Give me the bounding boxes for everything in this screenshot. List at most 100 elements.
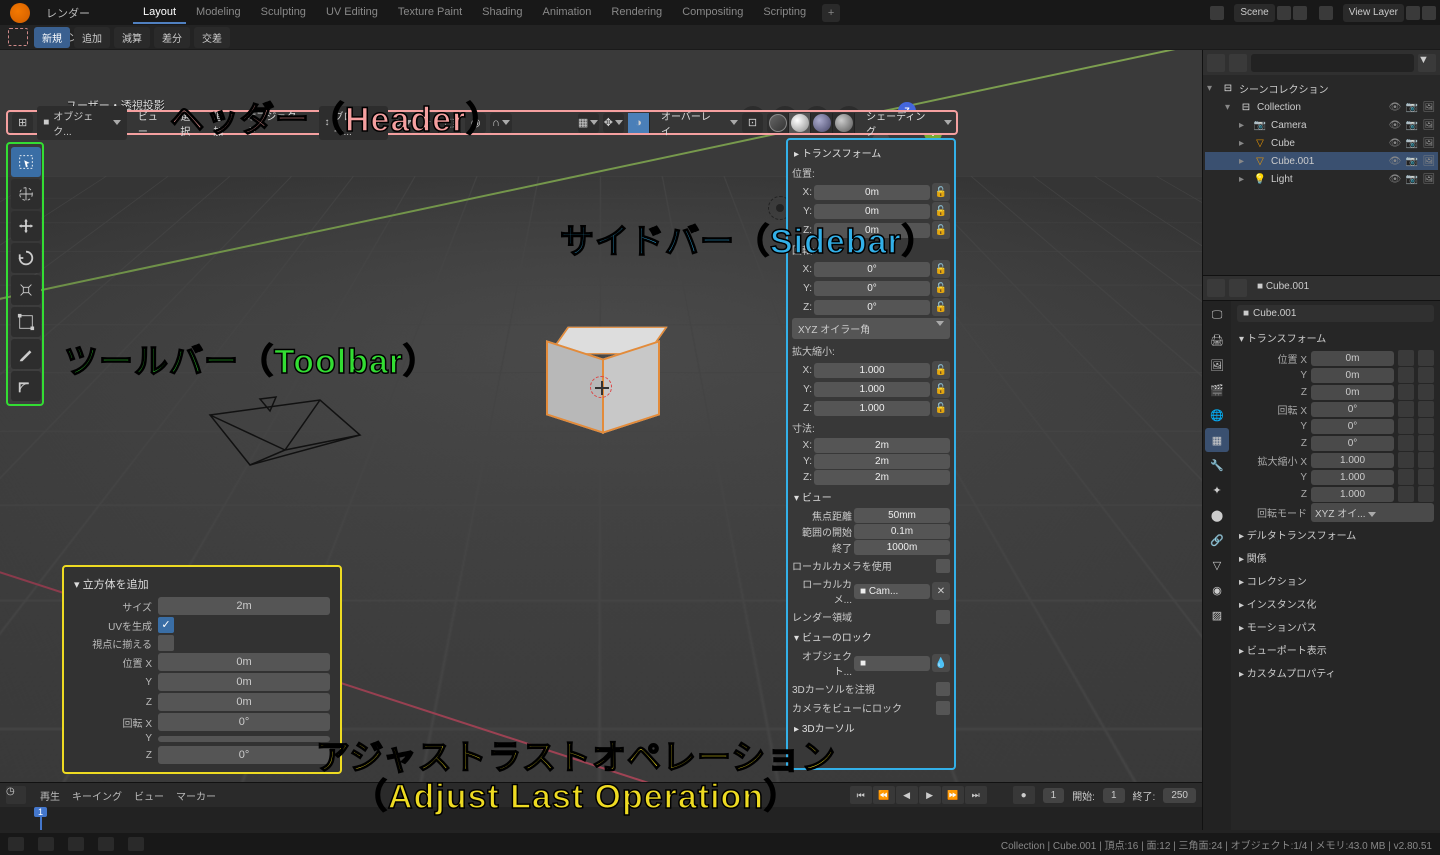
transform-header[interactable]: ▸ トランスフォーム (792, 142, 950, 163)
snap-group[interactable]: ⌖⬚ (417, 113, 461, 133)
timeline-menu-item[interactable]: キーイング (66, 786, 128, 805)
adjust-loc-x[interactable]: 0m (158, 653, 330, 671)
keyframe-icon[interactable] (1418, 367, 1434, 383)
tab-scene[interactable]: 🎬 (1205, 378, 1229, 402)
keyframe-icon[interactable] (1418, 350, 1434, 366)
orientation-dropdown[interactable]: ↕ グロー... (319, 106, 388, 140)
rotation-mode-dropdown[interactable]: XYZ オイラー角 (792, 318, 950, 339)
restrict-render-icon[interactable]: 🖼 (1422, 118, 1436, 132)
editor-type-icon[interactable]: ⊞ (12, 113, 33, 133)
local-cam-field[interactable]: ■ Cam... (854, 584, 930, 599)
rot-z-field[interactable]: 0° (814, 300, 930, 315)
prop-loc-y[interactable]: 0m (1311, 368, 1394, 383)
tab-particle[interactable]: ✦ (1205, 478, 1229, 502)
lock-icon[interactable] (1398, 401, 1414, 417)
restrict-select-icon[interactable]: 👁 (1388, 154, 1402, 168)
tree-row[interactable]: ▸📷Camera👁📷🖼 (1205, 116, 1438, 134)
editor-type-icon[interactable]: ◷ (6, 786, 26, 804)
tool-annotate[interactable] (11, 339, 41, 369)
keyframe-icon[interactable] (1418, 469, 1434, 485)
object-types-vis[interactable]: ▦ (578, 113, 599, 133)
current-frame-field[interactable]: 1 (1043, 788, 1065, 803)
workspace-tab[interactable]: Layout (133, 2, 186, 24)
proportional-falloff[interactable]: ∩ (490, 113, 511, 133)
viewlayer-delete-icon[interactable] (1422, 6, 1436, 20)
lock-icon[interactable]: 🔓 (932, 221, 950, 239)
tab-object[interactable]: ▦ (1205, 428, 1229, 452)
keyframe-icon[interactable] (1418, 384, 1434, 400)
lock-icon[interactable] (1398, 452, 1414, 468)
clip-end-field[interactable]: 1000m (854, 540, 950, 555)
property-section-header[interactable]: ▸ インスタンス化 (1237, 592, 1434, 615)
keyframe-next-icon[interactable]: ⏩ (942, 786, 964, 804)
restrict-viewport-icon[interactable]: 📷 (1405, 136, 1419, 150)
tree-row[interactable]: ▸▽Cube👁📷🖼 (1205, 134, 1438, 152)
play-icon[interactable]: ▶ (919, 786, 941, 804)
property-section-header[interactable]: ▸ 関係 (1237, 546, 1434, 569)
restrict-viewport-icon[interactable]: 📷 (1405, 118, 1419, 132)
overlay-menu[interactable]: オーバーレイ (654, 105, 726, 141)
start-frame-field[interactable]: 1 (1103, 788, 1125, 803)
overlay-toggle[interactable]: ◑ (628, 113, 650, 133)
object-name-field[interactable]: ■ Cube.001 (1237, 305, 1434, 322)
adjust-rot-z[interactable]: 0° (158, 746, 330, 764)
menu-レンダー[interactable]: レンダー (38, 1, 109, 25)
timeline-track[interactable] (0, 807, 1202, 830)
jump-end-icon[interactable]: ⏭ (965, 786, 987, 804)
tab-modifier[interactable]: 🔧 (1205, 453, 1229, 477)
lock-icon[interactable]: 🔓 (932, 361, 950, 379)
tab-material[interactable]: ◉ (1205, 578, 1229, 602)
header-menu-item[interactable]: 選択 (173, 105, 206, 141)
tab-physics[interactable]: ⬤ (1205, 503, 1229, 527)
prop-rot-x[interactable]: 0° (1311, 402, 1394, 417)
header-menu-item[interactable]: オブジェクト (239, 105, 310, 141)
keyframe-icon[interactable] (1418, 418, 1434, 434)
outliner-search[interactable] (1251, 54, 1414, 72)
lock-icon[interactable] (1398, 486, 1414, 502)
workspace-tab[interactable]: Shading (472, 2, 532, 24)
tab-data[interactable]: ▽ (1205, 553, 1229, 577)
workspace-tab[interactable]: Modeling (186, 2, 251, 24)
view-header[interactable]: ▾ ビュー (792, 486, 950, 507)
lock-icon[interactable]: 🔓 (932, 380, 950, 398)
restrict-viewport-icon[interactable]: 📷 (1405, 172, 1419, 186)
3dcursor-header[interactable]: ▸ 3Dカーソル (792, 717, 950, 738)
restrict-select-icon[interactable]: 👁 (1388, 118, 1402, 132)
restrict-viewport-icon[interactable]: 📷 (1405, 100, 1419, 114)
restrict-render-icon[interactable]: 🖼 (1422, 100, 1436, 114)
dim-z-field[interactable]: 2m (814, 470, 950, 485)
lock-icon[interactable] (1398, 350, 1414, 366)
viewlayer-new-icon[interactable] (1406, 6, 1420, 20)
jump-start-icon[interactable]: ⏮ (850, 786, 872, 804)
loc-y-field[interactable]: 0m (814, 204, 930, 219)
restrict-select-icon[interactable]: 👁 (1388, 136, 1402, 150)
shading-modes[interactable] (767, 113, 855, 133)
proportional-edit[interactable]: ◉ (465, 113, 486, 133)
scale-x-field[interactable]: 1.000 (814, 363, 930, 378)
property-section-header[interactable]: ▸ コレクション (1237, 569, 1434, 592)
focal-field[interactable]: 50mm (854, 508, 950, 523)
restrict-render-icon[interactable]: 🖼 (1422, 154, 1436, 168)
header-menu-item[interactable]: 追加 (206, 105, 239, 141)
tab-render[interactable]: 🖵 (1205, 303, 1229, 327)
restrict-render-icon[interactable]: 🖼 (1422, 136, 1436, 150)
lock-icon[interactable]: 🔓 (932, 298, 950, 316)
prop-loc-z[interactable]: 0m (1311, 385, 1394, 400)
tool-transform[interactable] (11, 307, 41, 337)
auto-key-icon[interactable]: ● (1013, 786, 1035, 804)
rot-y-field[interactable]: 0° (814, 281, 930, 296)
workspace-tab[interactable]: Sculpting (251, 2, 316, 24)
pin-icon[interactable] (1229, 279, 1247, 297)
keyframe-icon[interactable] (1418, 401, 1434, 417)
dim-x-field[interactable]: 2m (814, 438, 950, 453)
play-reverse-icon[interactable]: ◀ (896, 786, 918, 804)
workspace-tab[interactable]: UV Editing (316, 2, 388, 24)
scene-new-icon[interactable] (1277, 6, 1291, 20)
adjust-align-checkbox[interactable] (158, 635, 174, 651)
lock-icon[interactable] (1398, 384, 1414, 400)
restrict-select-icon[interactable]: 👁 (1388, 100, 1402, 114)
lock-icon[interactable] (1398, 469, 1414, 485)
restrict-select-icon[interactable]: 👁 (1388, 172, 1402, 186)
prop-scale-z[interactable]: 1.000 (1311, 487, 1394, 502)
scene-selector[interactable]: Scene (1234, 4, 1274, 22)
